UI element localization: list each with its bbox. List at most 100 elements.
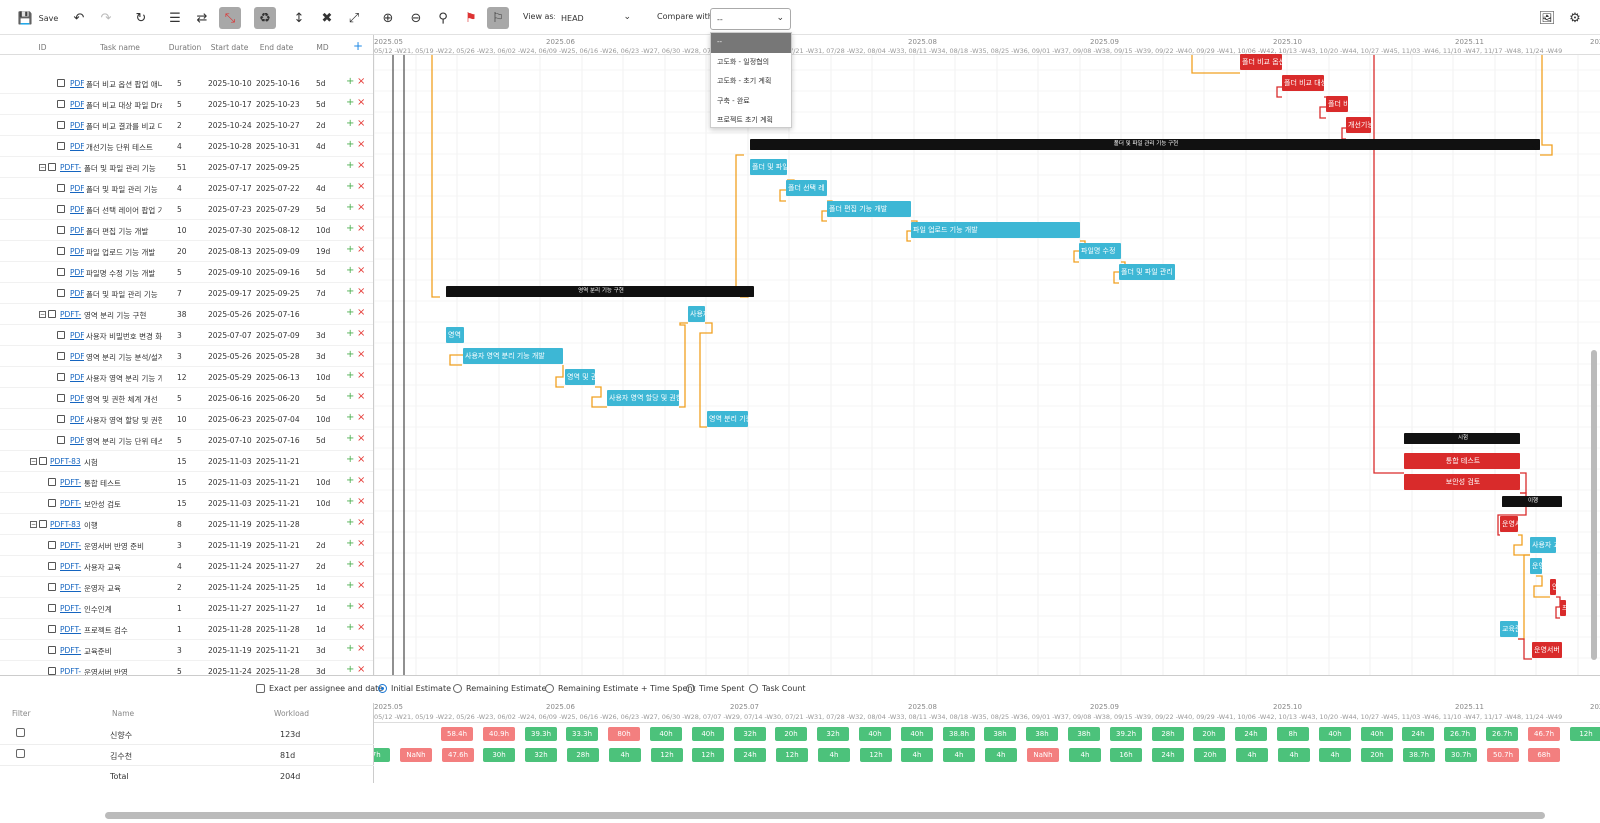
task-id-link[interactable]: PDFT- <box>60 604 82 613</box>
task-bar[interactable]: 통합 테스트 <box>1404 453 1520 469</box>
task-row[interactable]: − PDFT- 영역 분리 기능 구현 38 2025-05-26 2025-07-16 +… <box>0 304 373 325</box>
add-subtask-icon[interactable]: + <box>346 97 354 108</box>
add-subtask-icon[interactable]: + <box>346 370 354 381</box>
add-subtask-icon[interactable]: + <box>346 475 354 486</box>
zoom-in-icon[interactable]: ⊕ <box>377 7 399 29</box>
add-subtask-icon[interactable]: + <box>346 580 354 591</box>
task-id-link[interactable]: PDF <box>70 289 84 298</box>
task-bar[interactable]: 인 <box>1550 579 1556 595</box>
workload-cell[interactable]: 24h <box>1235 727 1267 741</box>
workload-cell[interactable]: 4h <box>1236 748 1268 762</box>
radio[interactable] <box>453 684 462 693</box>
workload-cell[interactable]: 28h <box>567 748 599 762</box>
task-row[interactable]: PDF 폴더 및 파일 관리 기능 7 2025-09-17 2025-09-25 7d +… <box>0 283 373 304</box>
task-id-link[interactable]: PDF <box>70 142 84 151</box>
delete-task-icon[interactable]: × <box>357 391 365 402</box>
workload-cell[interactable]: 38.8h <box>943 727 975 741</box>
delete-task-icon[interactable]: × <box>357 538 365 549</box>
add-subtask-icon[interactable]: + <box>346 664 354 675</box>
add-subtask-icon[interactable]: + <box>346 538 354 549</box>
fullscreen-icon[interactable]: ⤢ <box>343 7 365 29</box>
task-id-link[interactable]: PDFT- <box>60 541 82 550</box>
delete-task-icon[interactable]: × <box>357 622 365 633</box>
horizontal-scrollbar[interactable] <box>105 812 1545 819</box>
task-id-link[interactable]: PDF <box>70 121 84 130</box>
workload-cell[interactable]: 12h <box>860 748 892 762</box>
col-name-header[interactable]: Task name <box>75 43 165 52</box>
add-task-icon[interactable]: + <box>350 39 366 53</box>
summary-bar[interactable]: 이행 <box>1502 496 1562 507</box>
task-id-link[interactable]: PDFT- <box>60 478 82 487</box>
task-bar[interactable]: 폴더 편집 기능 개발 <box>827 201 911 217</box>
task-id-link[interactable]: PDFT- <box>60 667 82 675</box>
task-id-link[interactable]: PDF <box>70 415 84 424</box>
task-bar[interactable]: 파일명 수정 <box>1079 243 1121 259</box>
compare-select[interactable]: -- ⌄ <box>710 8 791 30</box>
col-id-header[interactable]: ID <box>30 43 55 52</box>
task-id-link[interactable]: PDFT- <box>60 310 82 319</box>
collapse-toggle-icon[interactable]: − <box>39 311 46 318</box>
task-row[interactable]: PDF 파일 업로드 기능 개발 20 2025-08-13 2025-09-09 19d… <box>0 241 373 262</box>
checkbox[interactable] <box>256 684 265 693</box>
delete-task-icon[interactable]: × <box>357 286 365 297</box>
task-id-link[interactable]: PDFT- <box>60 562 82 571</box>
workload-cell[interactable]: 24h <box>1402 727 1434 741</box>
expand-icon[interactable]: ↕ <box>288 7 310 29</box>
remaining-spent-option[interactable]: Remaining Estimate + Time Spent <box>545 684 696 693</box>
dependency-link[interactable] <box>1513 534 1530 556</box>
radio[interactable] <box>749 684 758 693</box>
task-id-link[interactable]: PDFT-83 <box>50 457 82 466</box>
task-bar[interactable]: 폴더 및 파일 관리 <box>1119 264 1175 280</box>
baseline-flag-icon[interactable]: ⚐ <box>487 7 509 29</box>
delete-task-icon[interactable]: × <box>357 664 365 675</box>
workload-cell[interactable]: 68h <box>1528 748 1560 762</box>
workload-cell[interactable]: 4h <box>943 748 975 762</box>
task-bar[interactable]: 영역 분리 기능 <box>707 411 748 427</box>
task-id-link[interactable]: PDF <box>70 436 84 445</box>
exact-option[interactable]: Exact per assignee and date <box>256 684 383 693</box>
workload-cell[interactable]: 40h <box>650 727 682 741</box>
workload-cell[interactable]: 32h <box>734 727 766 741</box>
workload-cell[interactable]: 30h <box>483 748 515 762</box>
task-row[interactable]: PDF 폴더 비교 결과를 비교 디 2 2025-10-24 2025-10-27 2d… <box>0 115 373 136</box>
collapse-icon[interactable]: ✖ <box>316 7 338 29</box>
workload-cell[interactable]: 4h <box>985 748 1017 762</box>
task-row[interactable]: PDF 사용자 영역 할당 및 권한 10 2025-06-23 2025-07-04 1… <box>0 409 373 430</box>
task-row[interactable]: PDF 사용자 영역 분리 기능 개 12 2025-05-29 2025-06-13 1… <box>0 367 373 388</box>
undo-icon[interactable]: ↶ <box>68 7 90 29</box>
task-id-link[interactable]: PDFT- <box>60 163 82 172</box>
task-id-link[interactable]: PDF <box>70 352 84 361</box>
add-subtask-icon[interactable]: + <box>346 391 354 402</box>
workload-cell[interactable]: 38.7h <box>1403 748 1435 762</box>
task-row[interactable]: PDF 폴더 비교 대상 파일 Dra 5 2025-10-17 2025-10-23 5… <box>0 94 373 115</box>
workload-cell[interactable]: 4h <box>901 748 933 762</box>
dependency-link[interactable] <box>591 386 607 408</box>
delete-task-icon[interactable]: × <box>357 181 365 192</box>
delete-task-icon[interactable]: × <box>357 307 365 318</box>
workload-cell[interactable]: 40.9h <box>483 727 515 741</box>
task-row[interactable]: PDFT- 운영서버 반영 5 2025-11-24 2025-11-28 3d + × <box>0 661 373 675</box>
add-subtask-icon[interactable]: + <box>346 286 354 297</box>
add-subtask-icon[interactable]: + <box>346 412 354 423</box>
delete-task-icon[interactable]: × <box>357 643 365 654</box>
task-row[interactable]: PDF 영역 분리 기능 단위 테스 5 2025-07-10 2025-07-16 5d… <box>0 430 373 451</box>
task-row[interactable]: PDFT- 통합 테스트 15 2025-11-03 2025-11-21 10d + × <box>0 472 373 493</box>
task-row[interactable]: PDF 개선기능 단위 테스트 4 2025-10-28 2025-10-31 4d + × <box>0 136 373 157</box>
image-export-icon[interactable]: 🖼 <box>1536 7 1558 29</box>
task-row[interactable]: PDF 사용자 비밀번호 변경 화 3 2025-07-07 2025-07-09 3d +… <box>0 325 373 346</box>
add-subtask-icon[interactable]: + <box>346 601 354 612</box>
task-row[interactable]: PDF 영역 분리 기능 분석/설계 3 2025-05-26 2025-05-28 3d… <box>0 346 373 367</box>
compare-option[interactable]: 구축 - 완료 <box>711 92 791 112</box>
task-id-link[interactable]: PDF <box>70 79 84 88</box>
delete-task-icon[interactable]: × <box>357 412 365 423</box>
workload-cell[interactable]: 24h <box>734 748 766 762</box>
workload-cell[interactable]: 12h <box>651 748 683 762</box>
task-id-link[interactable]: PDF <box>70 184 84 193</box>
task-bar[interactable]: 폴더 비교 대상 <box>1282 75 1324 91</box>
workload-cell[interactable]: 16h <box>1110 748 1142 762</box>
delete-task-icon[interactable]: × <box>357 601 365 612</box>
task-bar[interactable]: 사용자 영역 할당 및 권한 <box>607 390 679 406</box>
col-md-header[interactable]: MD <box>300 43 345 52</box>
task-row[interactable]: PDF 폴더 및 파일 관리 기능 4 2025-07-17 2025-07-22 4d +… <box>0 178 373 199</box>
delete-task-icon[interactable]: × <box>357 223 365 234</box>
